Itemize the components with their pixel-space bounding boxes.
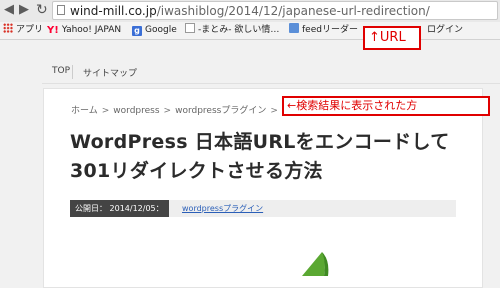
breadcrumb-home[interactable]: ホーム	[71, 103, 98, 116]
apps-icon	[3, 23, 13, 33]
bookmark-label: Google	[145, 25, 177, 35]
breadcrumb-separator: >	[101, 106, 110, 116]
url-path: /iwashiblog/2014/12/japanese-url-redirec…	[156, 4, 430, 18]
yahoo-icon: Y!	[47, 25, 59, 36]
url-text[interactable]: wind-mill.co.jp/iwashiblog/2014/12/japan…	[70, 3, 430, 19]
bookmark-label: アプリ	[16, 25, 44, 35]
bookmark-label: -まとみ- 欲しい情…	[198, 25, 280, 35]
bookmarks-bar: アプリ Y! Yahoo! JAPAN g Google -まとみ- 欲しい情… f…	[0, 22, 500, 40]
bookmark-label: feedリーダー	[302, 25, 358, 35]
bookmark-google[interactable]: g Google	[132, 23, 177, 37]
nav-item-top[interactable]: TOP	[52, 66, 70, 76]
matome-icon	[185, 23, 195, 33]
eyecatch-leaf-image	[302, 252, 329, 276]
google-icon: g	[132, 26, 142, 36]
breadcrumb: ホーム > wordpress > wordpressプラグイン >	[71, 103, 282, 116]
url-field[interactable]: wind-mill.co.jp/iwashiblog/2014/12/japan…	[52, 1, 498, 20]
breadcrumb-separator: >	[270, 106, 278, 116]
browser-address-bar: ◀ ▶ ↻ wind-mill.co.jp/iwashiblog/2014/12…	[0, 0, 500, 23]
url-host: wind-mill.co.jp	[70, 4, 157, 18]
search-result-annotation-callout: ←検索結果に表示された方	[282, 96, 490, 116]
bookmark-label: ログイン	[427, 25, 464, 35]
bookmark-yahoo[interactable]: Y! Yahoo! JAPAN	[47, 23, 121, 37]
article-card	[43, 88, 483, 288]
bookmark-login[interactable]: ログイン	[427, 23, 463, 37]
breadcrumb-separator: >	[163, 106, 172, 116]
reload-icon[interactable]: ↻	[36, 2, 48, 18]
category-link[interactable]: wordpressプラグイン	[182, 200, 263, 217]
nav-item-sitemap[interactable]: サイトマップ	[83, 66, 137, 79]
breadcrumb-wordpress[interactable]: wordpress	[113, 106, 159, 116]
nav-divider	[72, 65, 73, 79]
bookmark-matome[interactable]: -まとみ- 欲しい情…	[185, 23, 279, 37]
page-icon	[57, 5, 65, 15]
post-meta: 公開日： 2014/12/05： wordpressプラグイン	[70, 200, 456, 217]
bookmark-apps[interactable]: アプリ	[3, 23, 43, 37]
breadcrumb-plugin[interactable]: wordpressプラグイン	[175, 103, 266, 116]
bookmark-label: Yahoo! JAPAN	[61, 25, 122, 35]
bookmark-feed[interactable]: feedリーダー	[289, 23, 358, 37]
url-annotation-callout: ↑URL	[363, 26, 421, 50]
published-date-label: 公開日： 2014/12/05：	[70, 200, 169, 217]
back-icon[interactable]: ◀	[4, 3, 14, 17]
feed-icon	[289, 23, 299, 33]
nav-divider-line	[42, 83, 500, 84]
article-title: WordPress 日本語URLをエンコードして301リダイレクトさせる方法	[70, 131, 450, 182]
forward-icon[interactable]: ▶	[19, 3, 29, 17]
